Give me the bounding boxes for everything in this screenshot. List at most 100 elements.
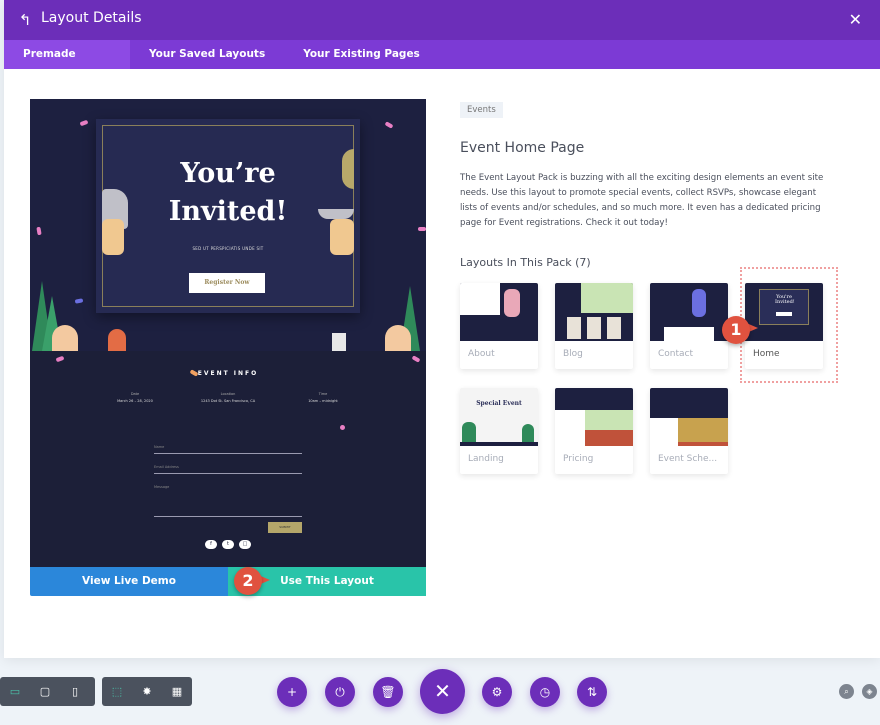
person-illustration — [332, 333, 346, 351]
preview-hero: You’re Invited! SED UT PERSPICIATIS UNDE… — [30, 99, 426, 351]
layout-thumb-pricing[interactable]: Pricing — [555, 388, 633, 474]
thumb-block — [776, 312, 792, 316]
event-info-heading: EVENT INFO — [197, 370, 259, 377]
view-live-demo-button[interactable]: View Live Demo — [30, 567, 228, 596]
modal-header: ↰ Layout Details ✕ — [4, 0, 880, 40]
thumb-block — [650, 388, 728, 418]
layout-thumb-landing[interactable]: Special Event Landing — [460, 388, 538, 474]
layout-thumb-event-schedule[interactable]: Event Sche... — [650, 388, 728, 474]
hero-title-line1: You’re — [180, 158, 276, 189]
layout-details-modal: ↰ Layout Details ✕ Premade Layouts Your … — [4, 0, 880, 658]
confetti — [384, 121, 394, 129]
hero-title: You’re Invited! — [96, 155, 360, 231]
layout-thumb-contact[interactable]: Contact — [650, 283, 728, 369]
thumb-image: Special Event — [460, 388, 538, 446]
tab-premade-layouts[interactable]: Premade Layouts — [4, 40, 130, 89]
close-icon: ✕ — [434, 679, 451, 703]
layout-description: The Event Layout Pack is buzzing with al… — [460, 173, 824, 228]
modal-title: Layout Details — [41, 10, 142, 26]
layout-thumb-about[interactable]: About — [460, 283, 538, 369]
person-illustration — [52, 325, 78, 351]
thumb-text: Special Event — [476, 400, 522, 407]
thumb-block — [664, 327, 714, 341]
history-button[interactable]: ◷ — [530, 677, 560, 707]
layout-thumb-blog[interactable]: Blog — [555, 283, 633, 369]
thumb-label: Blog — [563, 349, 583, 359]
thumb-label: Event Sche... — [658, 454, 718, 464]
tab-saved-layouts[interactable]: Your Saved Layouts — [130, 40, 284, 69]
info-label: Time — [318, 392, 328, 396]
tab-existing-pages[interactable]: Your Existing Pages — [284, 40, 439, 69]
thumb-figure — [522, 424, 534, 442]
hero-subtitle: SED UT PERSPICIATIS UNDE SIT — [192, 246, 264, 251]
preview-name-field: Name — [154, 442, 302, 454]
layers-button[interactable]: ◈ — [862, 684, 877, 699]
thumb-label: About — [468, 349, 495, 359]
trash-icon: 🗑 — [380, 685, 396, 699]
person-illustration — [385, 325, 411, 351]
thumb-text: You're Invited! — [775, 294, 795, 305]
thumb-figure — [462, 422, 476, 442]
category-tag[interactable]: Events — [460, 102, 503, 118]
thumb-label: Contact — [658, 349, 694, 359]
thumb-image — [460, 283, 538, 341]
thumb-block — [585, 410, 633, 430]
thumb-block — [567, 317, 581, 339]
sort-icon: ⇅ — [586, 685, 598, 699]
close-builder-button[interactable]: ✕ — [420, 669, 465, 714]
preview-message-field: Message — [154, 482, 302, 517]
back-arrow-icon[interactable]: ↰ — [16, 11, 34, 29]
layout-preview-image: You’re Invited! SED UT PERSPICIATIS UNDE… — [30, 99, 426, 567]
tablet-icon[interactable]: ▢ — [30, 685, 60, 698]
thumb-block — [587, 317, 601, 339]
layout-title: Event Home Page — [460, 140, 585, 156]
register-now-button: Register Now — [189, 273, 265, 293]
tool-group: ⬚ ✸ ▦ — [102, 677, 192, 706]
thumb-block — [678, 442, 728, 446]
thumb-image — [650, 388, 728, 446]
twitter-icon: t — [222, 540, 234, 549]
confetti — [418, 227, 426, 231]
add-button[interactable]: + — [277, 677, 307, 707]
info-value: 1243 Dot St. San Francisco, CA — [200, 399, 256, 403]
thumb-block — [555, 388, 633, 410]
thumb-block — [581, 283, 633, 313]
invitation-card: You’re Invited! SED UT PERSPICIATIS UNDE… — [96, 119, 360, 313]
close-icon[interactable]: ✕ — [849, 10, 862, 29]
thumb-figure — [504, 289, 520, 317]
thumb-image — [555, 283, 633, 341]
pack-title: Layouts In This Pack (7) — [460, 256, 591, 269]
annotation-badge-2: 2 — [234, 567, 262, 595]
preview-submit-button: SUBMIT — [268, 522, 302, 533]
clear-layout-button[interactable]: 🗑 — [373, 677, 403, 707]
info-label: Date — [130, 392, 140, 396]
thumb-figure — [692, 289, 706, 317]
layers-icon: ◈ — [866, 687, 873, 696]
search-button[interactable]: ⌕ — [839, 684, 854, 699]
hover-icon[interactable]: ✸ — [132, 685, 162, 698]
add-icon: + — [286, 685, 298, 699]
grid-icon[interactable]: ▦ — [162, 685, 192, 698]
phone-icon[interactable]: ▯ — [60, 685, 90, 698]
portability-button[interactable]: ⏻ — [325, 677, 355, 707]
confetti — [55, 355, 65, 363]
info-value: 10am – midnight — [308, 399, 338, 403]
thumb-block — [678, 418, 728, 442]
history-icon: ◷ — [539, 685, 551, 699]
search-icon: ⌕ — [844, 687, 849, 696]
settings-icon: ⚙ — [491, 685, 503, 699]
sort-button[interactable]: ⇅ — [577, 677, 607, 707]
person-illustration — [108, 329, 126, 351]
confetti — [340, 425, 345, 430]
thumb-block — [607, 317, 621, 339]
thumb-label: Pricing — [563, 454, 594, 464]
power-icon: ⏻ — [335, 685, 345, 699]
instagram-icon: □ — [239, 540, 251, 549]
thumb-label: Home — [753, 349, 780, 359]
thumb-image — [650, 283, 728, 341]
thumb-label: Landing — [468, 454, 504, 464]
desktop-icon[interactable]: ▭ — [0, 685, 30, 698]
page-settings-button[interactable]: ⚙ — [482, 677, 512, 707]
select-icon[interactable]: ⬚ — [102, 685, 132, 698]
thumb-block — [585, 430, 633, 446]
